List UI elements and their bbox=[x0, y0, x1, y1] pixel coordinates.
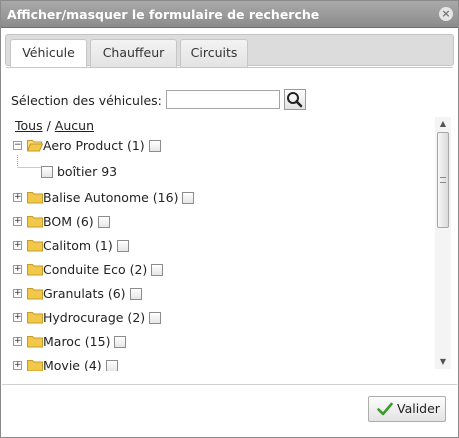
scroll-up-icon[interactable]: ▲ bbox=[435, 117, 451, 131]
group-checkbox[interactable] bbox=[149, 312, 162, 324]
footer-divider bbox=[2, 384, 457, 385]
expand-icon[interactable]: + bbox=[13, 361, 22, 370]
group-checkbox[interactable] bbox=[151, 264, 164, 276]
select-all-link[interactable]: Tous bbox=[15, 118, 43, 133]
folder-icon bbox=[27, 288, 43, 300]
select-none-link[interactable]: Aucun bbox=[55, 118, 94, 133]
dialog-title: Afficher/masquer le formulaire de recher… bbox=[7, 7, 320, 22]
tab-chauffeur-label: Chauffeur bbox=[102, 45, 165, 60]
tree-group: + Maroc (15) bbox=[11, 331, 434, 353]
vehicle-tree: − Aero Product (1) boîtier 93 + Balise A… bbox=[11, 135, 434, 371]
tree-group-label: BOM (6) bbox=[43, 214, 110, 229]
expand-icon[interactable]: + bbox=[13, 289, 22, 298]
group-name: Maroc (15) bbox=[43, 334, 111, 349]
close-icon[interactable]: × bbox=[439, 7, 453, 21]
collapse-icon[interactable]: − bbox=[13, 141, 22, 150]
tree-leaf: boîtier 93 bbox=[11, 155, 434, 183]
tree-group: + Calitom (1) bbox=[11, 235, 434, 257]
group-name: BOM (6) bbox=[43, 214, 94, 229]
select-separator: / bbox=[46, 118, 51, 133]
group-checkbox[interactable] bbox=[182, 192, 195, 204]
expand-icon[interactable]: + bbox=[13, 241, 22, 250]
group-name: Calitom (1) bbox=[43, 238, 113, 253]
folder-icon bbox=[27, 360, 43, 371]
validate-button[interactable]: Valider bbox=[368, 396, 446, 422]
tab-chauffeur[interactable]: Chauffeur bbox=[90, 39, 177, 67]
folder-icon bbox=[27, 192, 43, 204]
vehicle-search-input[interactable] bbox=[166, 90, 280, 109]
tree-group-label: Calitom (1) bbox=[43, 238, 129, 253]
expand-icon[interactable]: + bbox=[13, 217, 22, 226]
tree-group-label: Conduite Eco (2) bbox=[43, 262, 164, 277]
expand-icon[interactable]: + bbox=[13, 337, 22, 346]
tree-group-label: Movie (4) bbox=[43, 358, 118, 371]
search-label: Sélection des véhicules: bbox=[11, 93, 162, 108]
folder-icon bbox=[27, 336, 43, 348]
folder-open-icon bbox=[27, 140, 43, 152]
tab-bar: Véhicule Chauffeur Circuits bbox=[5, 34, 454, 68]
leaf-checkbox[interactable] bbox=[41, 166, 53, 178]
expand-icon[interactable]: + bbox=[13, 265, 22, 274]
checkmark-icon bbox=[377, 402, 393, 416]
tab-panel-border bbox=[6, 67, 453, 68]
folder-icon bbox=[27, 264, 43, 276]
folder-icon bbox=[27, 216, 43, 228]
expand-icon[interactable]: + bbox=[13, 193, 22, 202]
scrollbar-thumb[interactable] bbox=[437, 132, 449, 228]
group-checkbox[interactable] bbox=[97, 216, 110, 228]
tree-leaf-label: boîtier 93 bbox=[57, 164, 118, 179]
tree-group-label: Granulats (6) bbox=[43, 286, 142, 301]
group-name: Granulats (6) bbox=[43, 286, 126, 301]
tree-group-label: Aero Product (1) bbox=[43, 138, 161, 153]
search-form-dialog: Afficher/masquer le formulaire de recher… bbox=[0, 0, 459, 438]
group-checkbox[interactable] bbox=[116, 240, 129, 252]
folder-icon bbox=[27, 240, 43, 252]
search-button[interactable] bbox=[284, 89, 306, 110]
group-checkbox[interactable] bbox=[114, 336, 127, 348]
tree-group: + Balise Autonome (16) bbox=[11, 187, 434, 209]
tree-group: + Hydrocurage (2) bbox=[11, 307, 434, 329]
tree-group: + Granulats (6) bbox=[11, 283, 434, 305]
tab-vehicule[interactable]: Véhicule bbox=[10, 39, 87, 68]
tree-group-label: Balise Autonome (16) bbox=[43, 190, 195, 205]
group-name: Aero Product (1) bbox=[43, 138, 145, 153]
dialog-titlebar[interactable]: Afficher/masquer le formulaire de recher… bbox=[1, 1, 458, 28]
group-checkbox[interactable] bbox=[129, 288, 142, 300]
group-name: Movie (4) bbox=[43, 358, 102, 371]
select-all-none: Tous / Aucun bbox=[15, 118, 94, 133]
group-name: Hydrocurage (2) bbox=[43, 310, 146, 325]
group-checkbox[interactable] bbox=[148, 140, 161, 152]
group-name: Balise Autonome (16) bbox=[43, 190, 179, 205]
tree-group: + Conduite Eco (2) bbox=[11, 259, 434, 281]
tree-scrollbar[interactable]: ▲ ▼ bbox=[435, 117, 451, 369]
tree-group: + Movie (4) bbox=[11, 355, 434, 371]
group-checkbox[interactable] bbox=[105, 360, 118, 371]
expand-icon[interactable]: + bbox=[13, 313, 22, 322]
grip-icon bbox=[440, 177, 446, 183]
tree-group: + BOM (6) bbox=[11, 211, 434, 233]
tab-circuits[interactable]: Circuits bbox=[180, 39, 248, 67]
group-name: Conduite Eco (2) bbox=[43, 262, 148, 277]
tree-group: − Aero Product (1) bbox=[11, 135, 434, 157]
tab-vehicule-label: Véhicule bbox=[22, 45, 75, 60]
tab-circuits-label: Circuits bbox=[190, 45, 238, 60]
tree-group-label: Maroc (15) bbox=[43, 334, 127, 349]
search-icon bbox=[287, 92, 303, 108]
validate-label: Valider bbox=[397, 401, 440, 416]
scroll-down-icon[interactable]: ▼ bbox=[435, 355, 451, 369]
tree-group-label: Hydrocurage (2) bbox=[43, 310, 162, 325]
folder-icon bbox=[27, 312, 43, 324]
